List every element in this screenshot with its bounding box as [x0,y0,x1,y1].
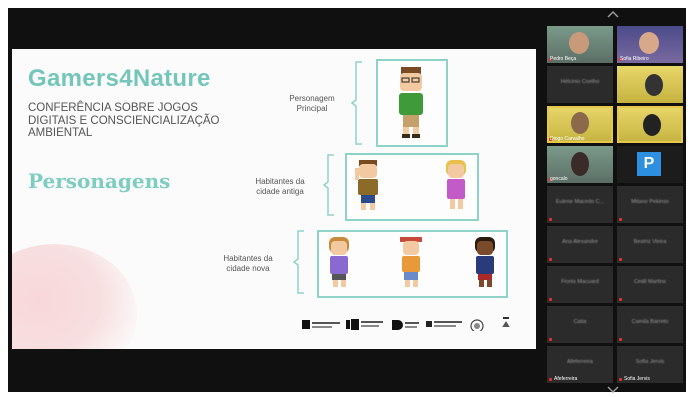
participant-tile[interactable]: P [617,146,683,183]
group-brace [292,230,304,294]
mic-muted-icon [619,258,622,261]
participant-tile-speaking[interactable]: Diogo Carvalho [547,106,613,143]
mic-muted-icon [619,218,622,221]
mic-muted-icon [619,298,622,301]
participant-tile[interactable]: Eulene Macedo C... [547,186,613,223]
character-new-city-3 [475,237,495,287]
meeting-window: Gamers4Nature CONFERÊNCIA SOBRE JOGOS DI… [0,0,691,396]
participant-tile[interactable]: Sofia Ribeiro [617,26,683,63]
participant-display-name: Fionis Macuard [561,279,599,285]
mic-muted-icon [619,338,622,341]
participant-tile[interactable]: Sofia Jervis Sofia Jervis [617,346,683,383]
university-logo [302,320,340,329]
mic-muted-icon [619,378,622,381]
participant-name: Sofia Ribeiro [620,56,649,62]
character-main [399,67,423,138]
participant-tile[interactable]: Ana Alexandre [547,226,613,263]
digimedia-logo [346,319,383,330]
participant-name: Afeferreira [554,376,578,382]
seal-logo [470,319,484,331]
group-brace [322,154,334,216]
mic-muted-icon [549,338,552,341]
participant-display-name: Beatriz Vieira [633,239,667,245]
mic-muted-icon [549,218,552,221]
participant-display-name: Mitano Pekinso [631,199,669,205]
participant-tile[interactable]: Pedro Beça [547,26,613,63]
group-brace [350,61,362,145]
shared-slide: Gamers4Nature CONFERÊNCIA SOBRE JOGOS DI… [12,49,536,349]
chevron-up-icon[interactable] [607,10,619,21]
participant-video [643,114,661,136]
participant-name: Pedro Beça [550,56,577,62]
character-new-city-1 [329,237,349,287]
participant-video [569,32,589,54]
character-old-city-1 [355,160,378,210]
participant-display-name: Hélcinio Coelho [560,79,600,85]
participant-tile[interactable]: Cedil Martins [617,266,683,303]
tree-logo [502,317,510,327]
participant-display-name: Catia [573,319,587,325]
character-new-city-2 [400,237,422,287]
group-label-old-city: Habitantes da cidade antiga [255,177,305,196]
participant-tile[interactable]: Beatriz Vieira [617,226,683,263]
slide-brand-title: Gamers4Nature [28,65,211,92]
slide-conference-title: CONFERÊNCIA SOBRE JOGOS DIGITAIS E CONSC… [28,102,220,139]
participant-tile[interactable]: Camila Barreto [617,306,683,343]
deca-logo [392,320,419,330]
participant-display-name: Afeferreira [567,359,593,365]
participant-video [571,112,589,134]
participant-display-name: Cedil Martins [633,279,667,285]
group-label-main: Personagem Principal [289,94,335,113]
participant-name: Sofia Jervis [624,376,650,382]
participant-tile-speaking[interactable] [617,106,683,143]
participant-name: Diogo Carvalho [550,136,585,142]
participant-display-name: Sofia Jervis [635,359,665,365]
participant-tile[interactable]: Hélcinio Coelho [547,66,613,103]
participant-name: goncalo [550,176,568,182]
participant-video [639,32,659,54]
mic-muted-icon [549,258,552,261]
participant-tile[interactable]: Catia [547,306,613,343]
participant-display-name: Eulene Macedo C... [555,199,605,205]
participant-tile[interactable]: Fionis Macuard [547,266,613,303]
participant-tile[interactable]: Mitano Pekinso [617,186,683,223]
participant-display-name: Camila Barreto [631,319,669,325]
mic-muted-icon [549,298,552,301]
mic-muted-icon [549,378,552,381]
chevron-down-icon[interactable] [607,386,619,397]
fct-logo [426,321,462,327]
partner-logos [302,315,532,339]
group-label-new-city: Habitantes da cidade nova [223,254,273,273]
participant-display-name: Ana Alexandre [562,239,598,245]
p-icon: P [637,152,661,176]
participant-tile[interactable]: goncalo [547,146,613,183]
participant-video [645,74,663,96]
watercolor-decoration [12,244,137,349]
participant-tile[interactable]: Afeferreira Afeferreira [547,346,613,383]
participant-video [571,152,589,176]
character-old-city-2 [446,160,466,209]
participant-tile[interactable] [617,66,683,103]
slide-section-title: Personagens [28,169,171,193]
